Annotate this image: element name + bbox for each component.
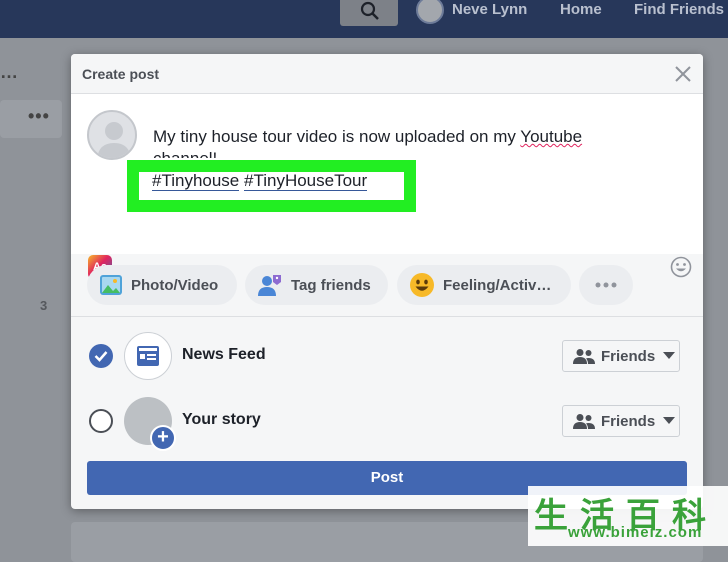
bg-left-card: ••• bbox=[0, 100, 62, 138]
more-icon bbox=[595, 282, 617, 288]
feeling-activity-button[interactable]: Feeling/Activ… bbox=[397, 265, 571, 305]
news-feed-checkbox[interactable] bbox=[89, 344, 113, 368]
add-story-plus-icon: + bbox=[150, 425, 176, 451]
user-avatar bbox=[87, 110, 137, 160]
hashtags-text[interactable]: #Tinyhouse #TinyHouseTour bbox=[152, 171, 368, 191]
youtube-word: Youtube bbox=[520, 127, 583, 146]
news-feed-label: News Feed bbox=[182, 346, 266, 363]
story-privacy-label: Friends bbox=[601, 412, 656, 430]
close-icon bbox=[675, 66, 691, 82]
news-feed-row: News Feed Friends bbox=[71, 328, 703, 384]
your-story-row: + Your story Friends bbox=[71, 393, 703, 451]
caret-down-icon bbox=[663, 417, 676, 424]
tag-friends-label: Tag friends bbox=[291, 276, 371, 294]
friends-icon bbox=[573, 414, 595, 429]
hashtag-tinyhouse[interactable]: #Tinyhouse bbox=[152, 171, 240, 191]
bg-more-icon: … bbox=[0, 62, 19, 82]
create-post-dialog: Create post My tiny house tour video is … bbox=[71, 54, 703, 509]
dialog-header: Create post bbox=[71, 54, 703, 94]
find-friends-link[interactable]: Find Friends bbox=[634, 1, 724, 18]
profile-avatar[interactable] bbox=[416, 0, 444, 24]
news-feed-icon bbox=[137, 346, 159, 366]
bg-count: 3 bbox=[40, 298, 48, 313]
search-icon bbox=[360, 1, 379, 20]
caret-down-icon bbox=[663, 352, 676, 359]
post-actions-row: Photo/Video Tag friends Feeling/Activ… bbox=[87, 265, 687, 305]
section-divider bbox=[71, 316, 703, 317]
friends-icon bbox=[573, 349, 595, 364]
feeling-activity-label: Feeling/Activ… bbox=[443, 276, 552, 294]
watermark-logo: 生活百科 www.bimeiz.com bbox=[528, 486, 728, 546]
tag-friends-icon bbox=[258, 275, 281, 296]
more-options-button[interactable] bbox=[579, 265, 633, 305]
dialog-title: Create post bbox=[82, 66, 160, 82]
your-story-checkbox[interactable] bbox=[89, 409, 113, 433]
post-text-line1: My tiny house tour video is now uploaded… bbox=[153, 127, 521, 146]
checkmark-icon bbox=[94, 351, 108, 362]
default-avatar-icon bbox=[97, 122, 131, 158]
tag-friends-button[interactable]: Tag friends bbox=[245, 265, 388, 305]
photo-video-button[interactable]: Photo/Video bbox=[87, 265, 237, 305]
story-privacy-dropdown[interactable]: Friends bbox=[562, 405, 680, 437]
close-button[interactable] bbox=[673, 64, 693, 84]
post-text-input[interactable]: My tiny house tour video is now uploaded… bbox=[153, 126, 623, 158]
news-feed-privacy-label: Friends bbox=[601, 347, 656, 365]
photo-video-label: Photo/Video bbox=[131, 276, 219, 294]
watermark-url: www.bimeiz.com bbox=[568, 524, 703, 541]
search-button[interactable] bbox=[340, 0, 398, 26]
your-story-label: Your story bbox=[182, 411, 261, 428]
top-navigation-bar: Neve Lynn Home Find Friends bbox=[0, 0, 728, 38]
profile-name-link[interactable]: Neve Lynn bbox=[452, 1, 527, 18]
post-text-line2: channel! bbox=[153, 149, 217, 158]
compose-area[interactable]: My tiny house tour video is now uploaded… bbox=[71, 94, 703, 279]
photo-icon bbox=[100, 275, 122, 295]
news-feed-privacy-dropdown[interactable]: Friends bbox=[562, 340, 680, 372]
news-feed-thumb bbox=[124, 332, 172, 380]
home-link[interactable]: Home bbox=[560, 1, 602, 18]
feeling-emoji-icon bbox=[410, 273, 434, 297]
hashtag-tinyhousetour[interactable]: #TinyHouseTour bbox=[244, 171, 368, 191]
